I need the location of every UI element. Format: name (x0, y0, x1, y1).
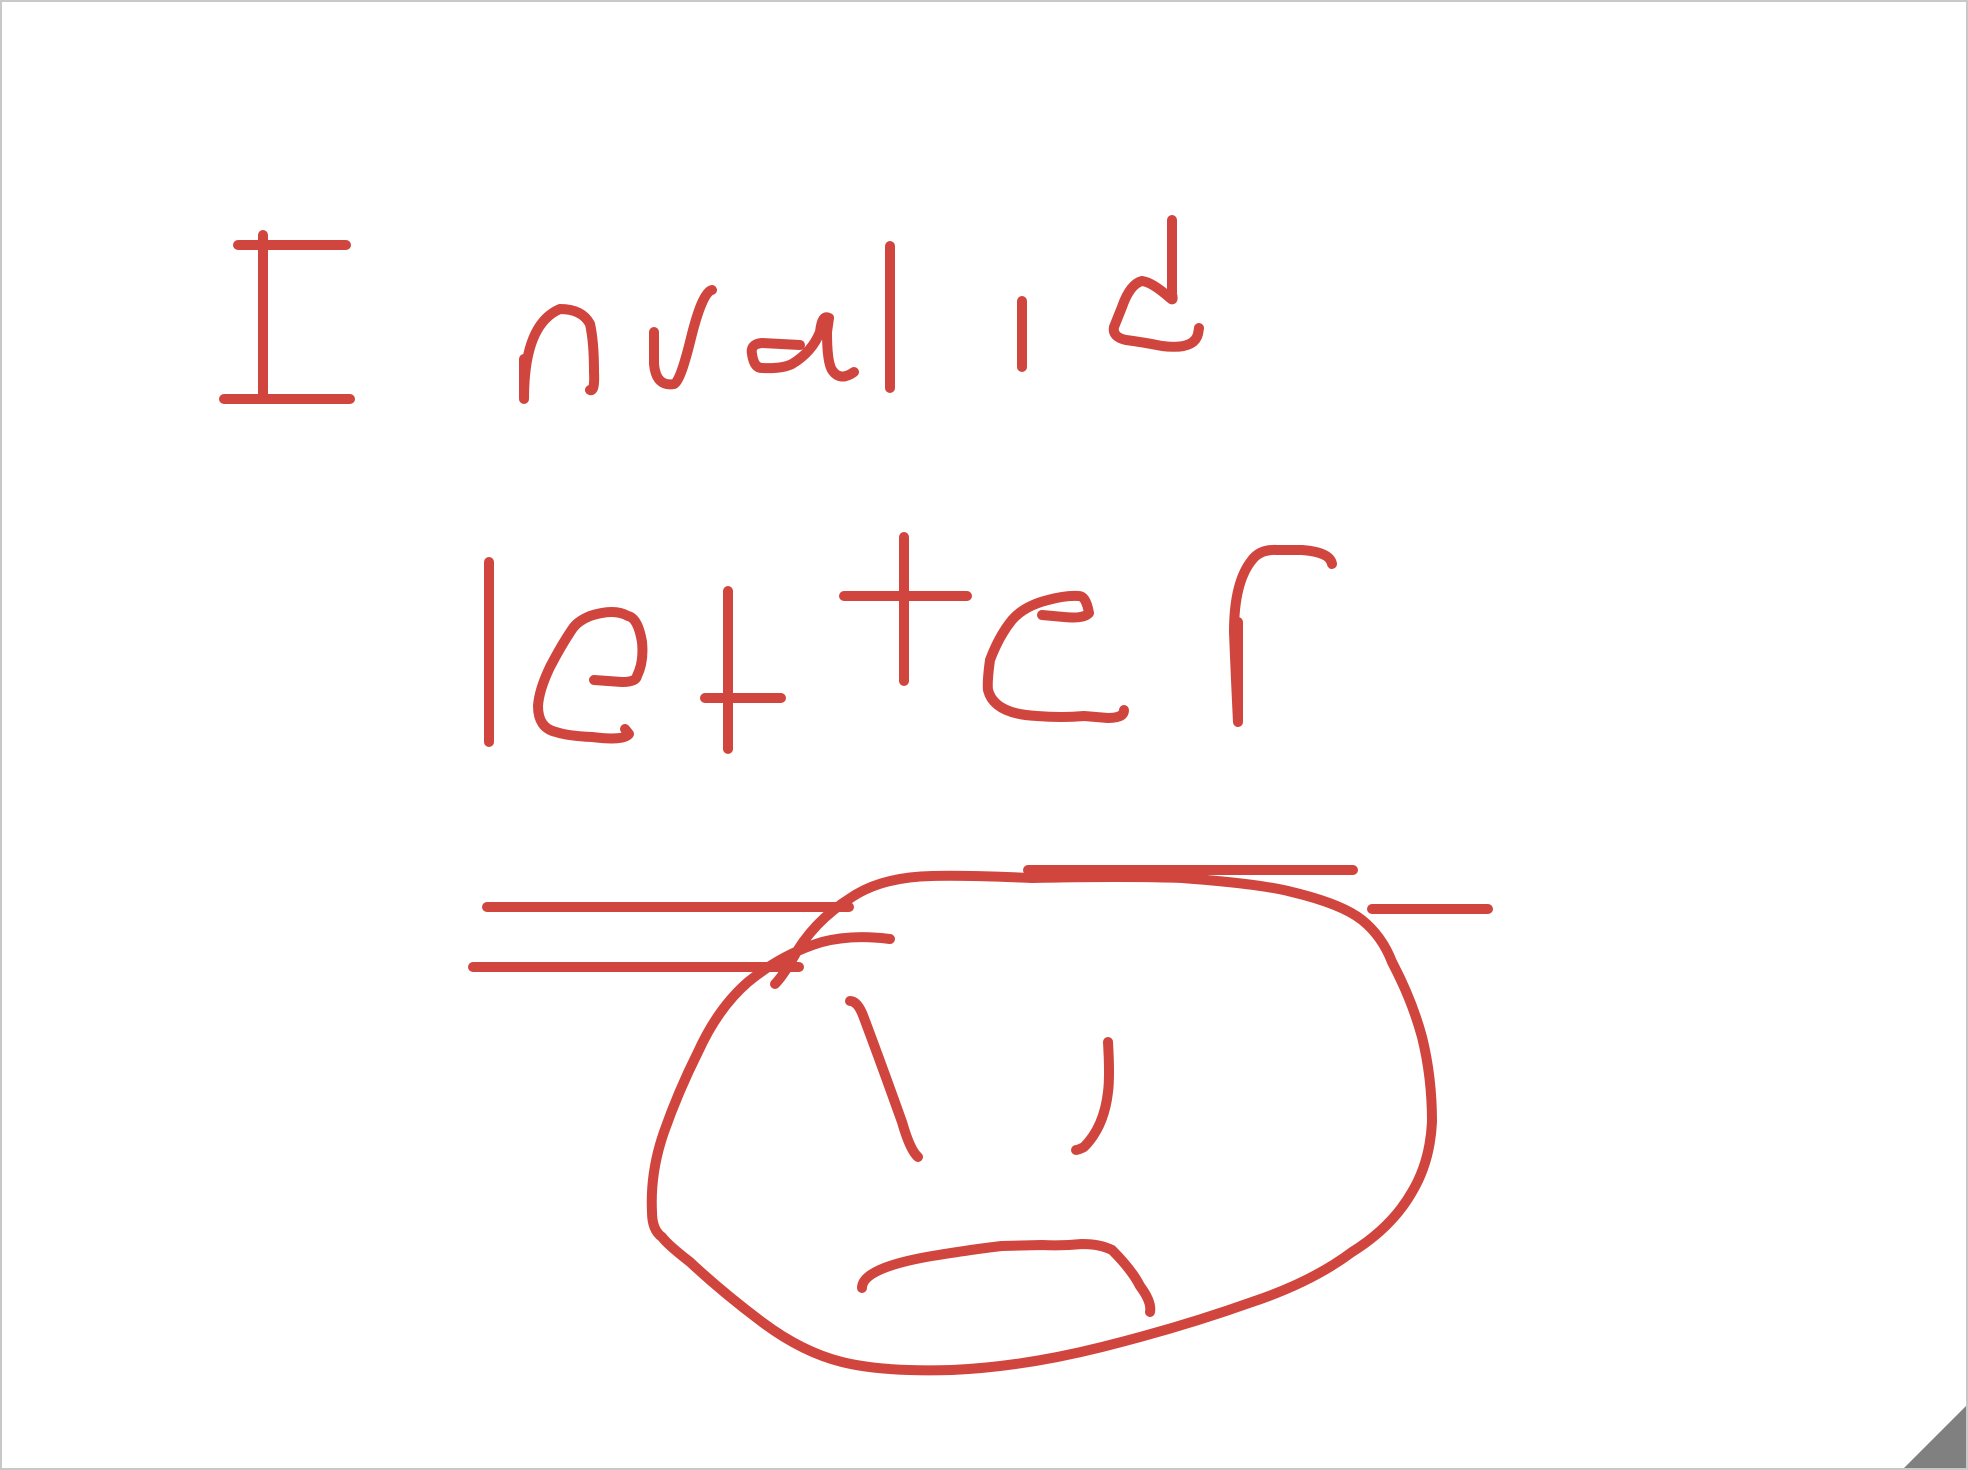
resize-grip-icon[interactable] (1904, 1406, 1966, 1468)
ink-stroke (646, 870, 1437, 1376)
ink-stroke (1071, 1037, 1114, 1155)
ink-stroke (845, 996, 923, 1162)
ink-stroke (1108, 215, 1204, 352)
ink-stroke (533, 607, 648, 744)
ink-stroke (746, 312, 859, 382)
ink-stroke (519, 304, 600, 404)
sad-face-doodle (646, 870, 1437, 1376)
drawing-canvas[interactable] (0, 0, 1968, 1470)
strike-lines (468, 865, 1493, 972)
ink-layer[interactable] (2, 2, 1966, 1468)
ink-stroke (1229, 544, 1337, 727)
handwriting-word-letter (484, 532, 1337, 754)
ink-stroke (857, 1239, 1156, 1317)
ink-stroke (982, 590, 1129, 723)
ink-stroke (649, 285, 717, 390)
handwriting-word-invalid (219, 215, 1204, 404)
